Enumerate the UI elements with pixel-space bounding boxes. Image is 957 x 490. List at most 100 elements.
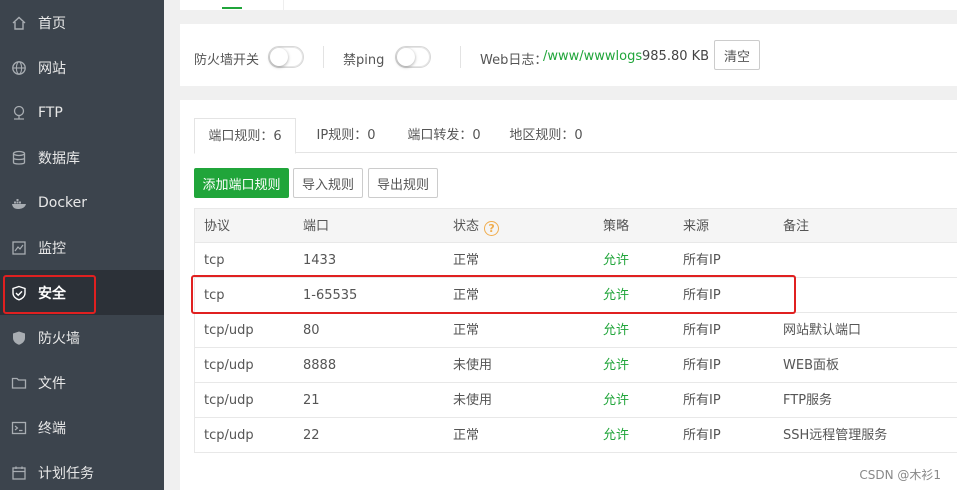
watermark: CSDN @木衫1: [859, 468, 941, 482]
export-rules-button[interactable]: 导出规则: [368, 168, 438, 198]
note-cell: WEB面板: [783, 358, 839, 373]
status-cell: 正常: [453, 323, 480, 338]
column-header: 策略: [603, 219, 630, 234]
port-cell: 1433: [303, 253, 337, 268]
policy-cell: 允许: [603, 323, 630, 338]
policy-cell: 允许: [603, 393, 630, 408]
sidebar-item-docker[interactable]: Docker: [0, 180, 164, 225]
add-port-rule-button[interactable]: 添加端口规则: [194, 168, 289, 198]
sidebar-item-label: 数据库: [38, 150, 80, 167]
rules-panel: 端口规则：6 IP规则：0 端口转发：0 地区规则：0 添加端口规则 导入规则 …: [180, 100, 957, 490]
port-cell: 80: [303, 323, 320, 338]
source-cell: 所有IP: [683, 323, 721, 338]
sidebar-item-label: FTP: [38, 104, 63, 121]
table-row[interactable]: tcp/udp 22 正常 允许 所有IP SSH远程管理服务: [194, 418, 957, 453]
rule-tabs: 端口规则：6 IP规则：0 端口转发：0 地区规则：0: [194, 118, 957, 154]
status-cell: 正常: [453, 288, 480, 303]
table-row[interactable]: tcp/udp 80 正常 允许 所有IP 网站默认端口: [194, 313, 957, 348]
column-header: 协议: [204, 219, 231, 234]
sidebar-item-label: 终端: [38, 420, 66, 437]
terminal-icon: [11, 420, 27, 436]
sidebar-item-website[interactable]: 网站: [0, 45, 164, 90]
tab-port-rules[interactable]: 端口规则：6: [194, 118, 296, 154]
sidebar: 首页 网站 FTP 数据库 Docker 监控 安全 防火墙 文件 终端 计划任…: [0, 0, 164, 490]
column-header: 来源: [683, 219, 710, 234]
firewall-toolbar: 防火墙开关 禁ping Web日志： /www/wwwlogs 985.80 K…: [180, 24, 957, 86]
tab-region-rules[interactable]: 地区规则：0: [506, 118, 586, 153]
table-row[interactable]: tcp 1-65535 正常 允许 所有IP: [194, 278, 957, 313]
source-cell: 所有IP: [683, 428, 721, 443]
sidebar-item-label: 文件: [38, 375, 66, 392]
note-cell: SSH远程管理服务: [783, 428, 888, 443]
shield-icon: [11, 285, 27, 301]
sidebar-item-files[interactable]: 文件: [0, 360, 164, 405]
status-cell: 正常: [453, 428, 480, 443]
sidebar-item-home[interactable]: 首页: [0, 0, 164, 45]
sidebar-item-label: 安全: [38, 285, 66, 302]
sidebar-item-ftp[interactable]: FTP: [0, 90, 164, 135]
protocol-cell: tcp/udp: [204, 393, 254, 408]
protocol-cell: tcp/udp: [204, 428, 254, 443]
column-header: 状态?: [453, 209, 500, 244]
port-cell: 21: [303, 393, 320, 408]
column-header: 端口: [303, 219, 330, 234]
table-header: 协议 端口 状态? 策略 来源 备注: [194, 208, 957, 243]
sidebar-item-label: 网站: [38, 60, 66, 77]
web-log-size: 985.80 KB: [642, 49, 710, 64]
toolbar-divider: [323, 46, 324, 68]
source-cell: 所有IP: [683, 253, 721, 268]
port-cell: 22: [303, 428, 320, 443]
sidebar-item-label: 计划任务: [38, 465, 94, 482]
tab-port-forward[interactable]: 端口转发：0: [399, 118, 489, 153]
source-cell: 所有IP: [683, 393, 721, 408]
folder-icon: [11, 375, 27, 391]
policy-cell: 允许: [603, 358, 630, 373]
table-row[interactable]: tcp/udp 21 未使用 允许 所有IP FTP服务: [194, 383, 957, 418]
tab-ip-rules[interactable]: IP规则：0: [306, 118, 386, 153]
sidebar-item-database[interactable]: 数据库: [0, 135, 164, 180]
source-cell: 所有IP: [683, 358, 721, 373]
firewall-switch-toggle[interactable]: [268, 46, 304, 68]
docker-icon: [11, 195, 27, 211]
ping-switch-toggle[interactable]: [395, 46, 431, 68]
web-log-label: Web日志：: [480, 53, 548, 68]
policy-cell: 允许: [603, 253, 630, 268]
port-cell: 8888: [303, 358, 337, 373]
port-cell: 1-65535: [303, 288, 358, 303]
toolbar-divider: [460, 46, 461, 68]
table-row[interactable]: tcp/udp 8888 未使用 允许 所有IP WEB面板: [194, 348, 957, 383]
database-icon: [11, 150, 27, 166]
globe-icon: [11, 60, 27, 76]
monitor-icon: [11, 240, 27, 256]
sidebar-item-monitor[interactable]: 监控: [0, 225, 164, 270]
clear-log-button[interactable]: 清空: [714, 40, 760, 70]
protocol-cell: tcp: [204, 253, 225, 268]
sidebar-item-terminal[interactable]: 终端: [0, 405, 164, 450]
sidebar-item-label: 监控: [38, 240, 66, 257]
policy-cell: 允许: [603, 428, 630, 443]
import-rules-button[interactable]: 导入规则: [293, 168, 363, 198]
protocol-cell: tcp: [204, 288, 225, 303]
source-cell: 所有IP: [683, 288, 721, 303]
policy-cell: 允许: [603, 288, 630, 303]
sidebar-item-firewall[interactable]: 防火墙: [0, 315, 164, 360]
protocol-cell: tcp/udp: [204, 358, 254, 373]
note-cell: FTP服务: [783, 393, 833, 408]
sidebar-item-label: Docker: [38, 194, 88, 211]
ping-switch-label: 禁ping: [343, 53, 385, 68]
web-log-path-link[interactable]: /www/wwwlogs: [543, 49, 642, 64]
port-rules-table: 协议 端口 状态? 策略 来源 备注 tcp 1433 正常 允许 所有IP t…: [194, 208, 957, 453]
sidebar-item-security[interactable]: 安全: [0, 270, 164, 315]
help-icon[interactable]: ?: [484, 221, 500, 236]
top-tab-indicator: [222, 7, 242, 9]
status-cell: 正常: [453, 253, 480, 268]
top-tab-card: [180, 0, 957, 10]
sidebar-item-label: 防火墙: [38, 330, 80, 347]
firewall-switch-label: 防火墙开关: [194, 53, 260, 68]
sidebar-item-cron[interactable]: 计划任务: [0, 450, 164, 490]
table-row[interactable]: tcp 1433 正常 允许 所有IP: [194, 243, 957, 278]
status-cell: 未使用: [453, 393, 493, 408]
calendar-icon: [11, 465, 27, 481]
ftp-icon: [11, 105, 27, 121]
firewall-shield-icon: [11, 330, 27, 346]
